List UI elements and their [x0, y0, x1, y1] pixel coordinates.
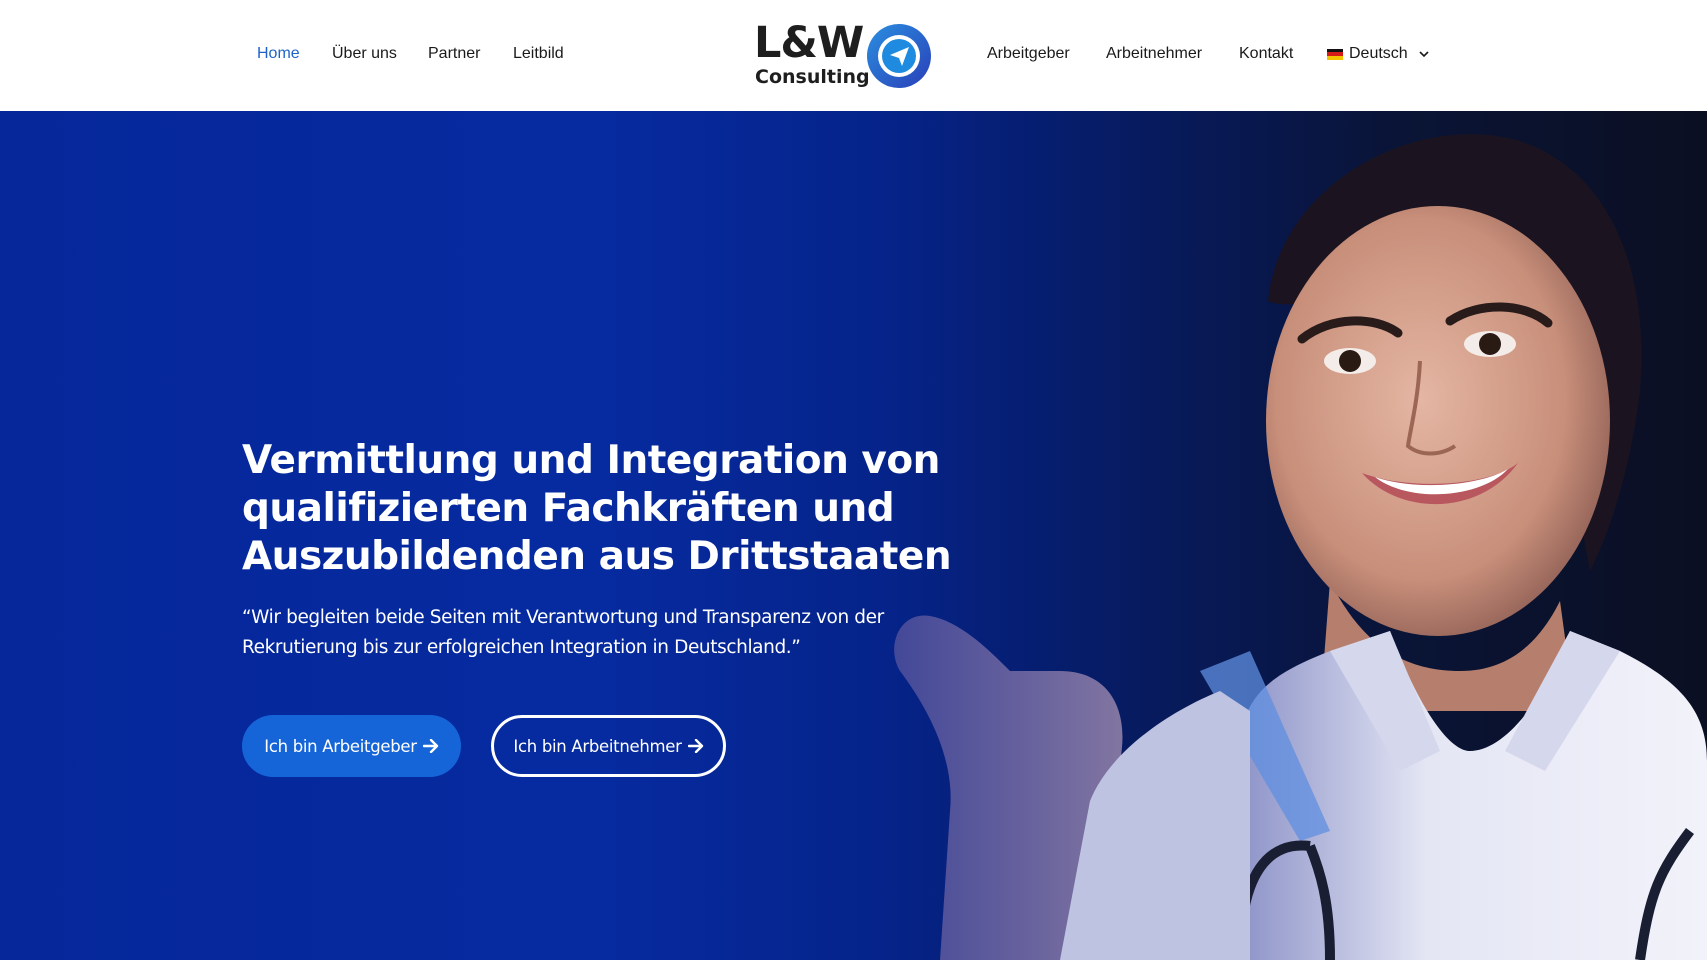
hero-headline-line: Auszubildenden aus Drittstaaten	[242, 534, 952, 579]
logo-wordmark: L&W	[754, 18, 864, 68]
arrow-right-icon	[687, 739, 704, 753]
nav-arbeitnehmer[interactable]: Arbeitnehmer	[1106, 44, 1202, 64]
language-label: Deutsch	[1349, 45, 1408, 62]
hero-quote-line: Rekrutierung bis zur erfolgreichen Integ…	[242, 637, 801, 658]
nav-arbeitgeber[interactable]: Arbeitgeber	[987, 44, 1070, 64]
hero-section: Vermittlung und Integration von qualifiz…	[0, 111, 1707, 960]
german-flag-icon	[1327, 48, 1343, 60]
nav-kontakt[interactable]: Kontakt	[1239, 44, 1293, 64]
hero-quote-line: “Wir begleiten beide Seiten mit Verantwo…	[242, 607, 884, 628]
chevron-down-icon	[1419, 50, 1429, 58]
language-switcher[interactable]: Deutsch	[1327, 44, 1429, 64]
site-header: Home Über uns Partner Leitbild L&W Consu…	[0, 0, 1707, 111]
employee-cta-label: Ich bin Arbeitnehmer	[513, 736, 682, 756]
employer-cta-label: Ich bin Arbeitgeber	[264, 736, 417, 756]
hero-quote: “Wir begleiten beide Seiten mit Verantwo…	[242, 603, 982, 663]
arrow-right-icon	[422, 739, 439, 753]
hero-headline-line: Vermittlung und Integration von	[242, 438, 940, 483]
hero-headline: Vermittlung und Integration von qualifiz…	[242, 437, 982, 581]
nav-home[interactable]: Home	[257, 44, 300, 64]
site-logo[interactable]: L&W Consulting	[752, 20, 932, 92]
nav-leitbild[interactable]: Leitbild	[513, 44, 564, 64]
logo-subtitle: Consulting	[755, 66, 870, 88]
paper-plane-icon	[867, 24, 931, 88]
hero-copy: Vermittlung und Integration von qualifiz…	[242, 437, 982, 663]
nav-ueber-uns[interactable]: Über uns	[332, 44, 397, 64]
employee-cta-button[interactable]: Ich bin Arbeitnehmer	[491, 715, 726, 777]
employer-cta-button[interactable]: Ich bin Arbeitgeber	[242, 715, 461, 777]
nav-partner[interactable]: Partner	[428, 44, 480, 64]
hero-headline-line: qualifizierten Fachkräften und	[242, 486, 895, 531]
